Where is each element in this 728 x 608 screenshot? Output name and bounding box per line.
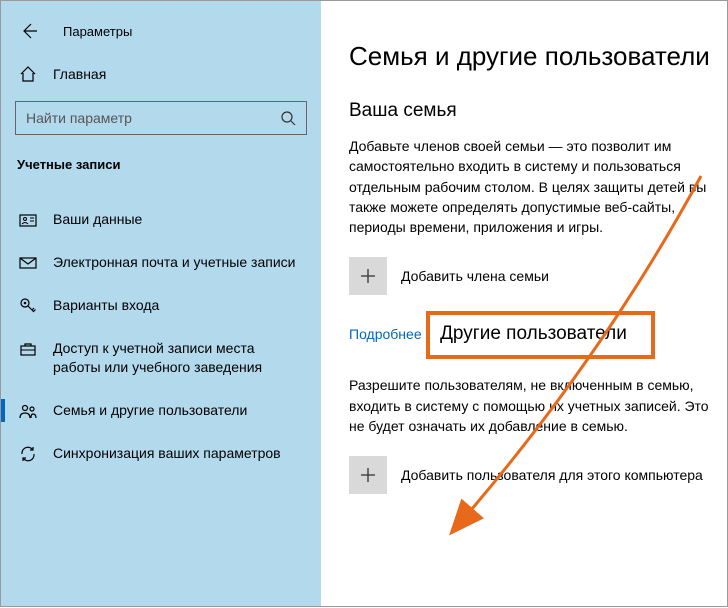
key-icon (19, 297, 37, 315)
sidebar-home[interactable]: Главная (1, 65, 321, 83)
family-description: Добавьте членов своей семьи — это позвол… (349, 136, 727, 237)
content-pane: Семья и другие пользователи Ваша семья Д… (321, 1, 727, 606)
briefcase-icon (19, 340, 37, 358)
page-title: Семья и другие пользователи (349, 41, 727, 72)
sync-icon (19, 445, 37, 463)
sidebar: Параметры Главная Учетные записи (1, 1, 321, 606)
sidebar-item-sync[interactable]: Синхронизация ваших параметров (1, 432, 321, 475)
add-other-user-button[interactable]: Добавить пользователя для этого компьюте… (349, 456, 727, 494)
mail-icon (19, 254, 37, 272)
add-family-label: Добавить члена семьи (401, 268, 549, 284)
search-input[interactable] (26, 110, 280, 126)
sidebar-item-label: Варианты входа (53, 296, 159, 315)
add-family-member-button[interactable]: Добавить члена семьи (349, 257, 727, 295)
annotation-highlight: Другие пользователи (426, 311, 655, 359)
home-icon (19, 65, 37, 83)
sidebar-item-your-info[interactable]: Ваши данные (1, 198, 321, 241)
sidebar-item-label: Электронная почта и учетные записи (53, 253, 295, 272)
window-title: Параметры (63, 24, 132, 39)
sidebar-item-label: Синхронизация ваших параметров (53, 444, 281, 463)
sidebar-item-family-users[interactable]: Семья и другие пользователи (1, 389, 321, 432)
sidebar-home-label: Главная (53, 66, 106, 82)
sidebar-item-label: Ваши данные (53, 210, 142, 229)
learn-more-link[interactable]: Подробнее (349, 326, 422, 342)
search-icon (280, 110, 296, 126)
family-heading: Ваша семья (349, 100, 727, 122)
sidebar-item-signin-options[interactable]: Варианты входа (1, 284, 321, 327)
sidebar-item-work-access[interactable]: Доступ к учетной записи места работы или… (1, 327, 321, 389)
sidebar-item-label: Семья и другие пользователи (53, 401, 247, 420)
sidebar-section-title: Учетные записи (1, 157, 321, 172)
sidebar-item-label: Доступ к учетной записи места работы или… (53, 339, 303, 377)
others-heading: Другие пользователи (440, 323, 627, 345)
plus-icon (349, 257, 387, 295)
plus-icon (349, 456, 387, 494)
add-other-label: Добавить пользователя для этого компьюте… (401, 467, 703, 483)
arrow-left-icon (20, 22, 38, 40)
search-box[interactable] (15, 101, 307, 135)
id-card-icon (19, 211, 37, 229)
back-button[interactable] (17, 19, 41, 43)
people-icon (19, 402, 37, 420)
others-description: Разрешите пользователям, не включенным в… (349, 375, 727, 436)
sidebar-item-email-accounts[interactable]: Электронная почта и учетные записи (1, 241, 321, 284)
